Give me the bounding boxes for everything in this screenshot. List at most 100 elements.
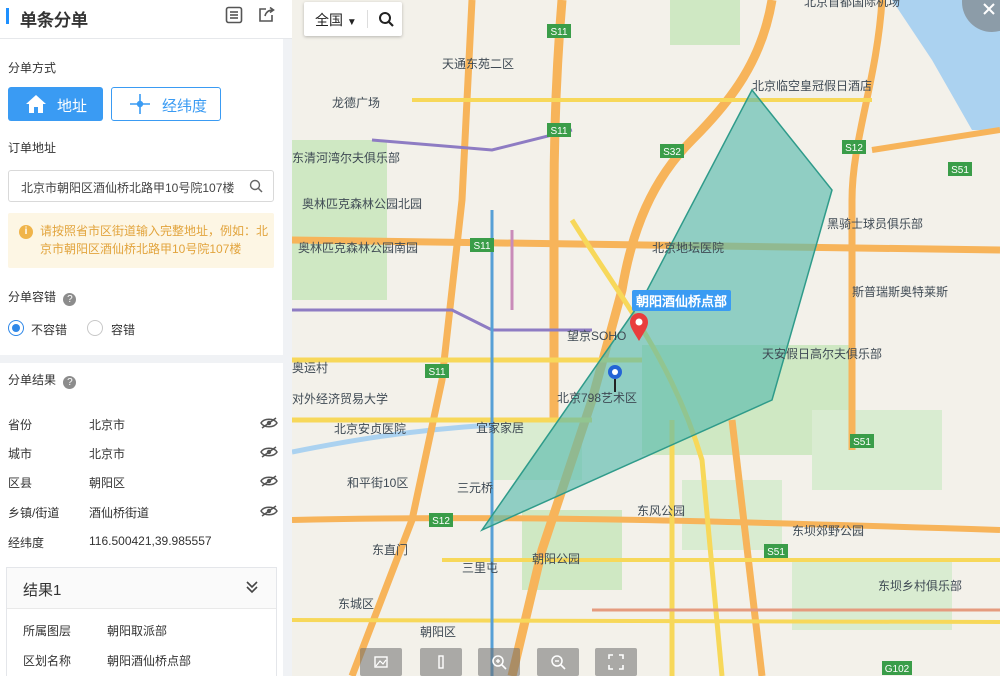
place-label: 和平街10区 bbox=[347, 476, 408, 490]
place-label: 北京798艺术区 bbox=[557, 391, 637, 405]
share-icon[interactable] bbox=[257, 6, 275, 24]
place-label: 东风公园 bbox=[637, 504, 685, 518]
search-icon[interactable] bbox=[378, 11, 394, 27]
place-label: 龙德广场 bbox=[332, 95, 380, 110]
zoom-in-icon bbox=[492, 655, 507, 670]
area-name-label: 朝阳酒仙桥点部 bbox=[632, 290, 732, 311]
result-value: 北京市 bbox=[89, 418, 126, 432]
result-card-value: 朝阳取派部 bbox=[107, 624, 168, 638]
map-tool-zoom-out[interactable] bbox=[537, 648, 579, 676]
tolerance-label-text: 分单容错 bbox=[8, 290, 57, 304]
road bbox=[292, 618, 1000, 624]
road-shield-label: S11 bbox=[550, 126, 567, 137]
ruler-icon bbox=[438, 655, 444, 669]
marker-pin-icon[interactable] bbox=[606, 364, 624, 392]
place-label: 东直门 bbox=[372, 542, 408, 557]
map-tool-zoom-in[interactable] bbox=[478, 648, 520, 676]
map-view[interactable]: S11 S11 S11 S11 S12 S32 S12 S51 S51 S51 … bbox=[292, 0, 1000, 676]
result-label-text: 分单结果 bbox=[8, 373, 57, 387]
place-label: 望京SOHO bbox=[567, 329, 626, 343]
list-icon[interactable] bbox=[225, 6, 243, 24]
place-label: 三里屯 bbox=[462, 561, 498, 575]
radio-tolerance-label: 容错 bbox=[111, 323, 136, 337]
place-label: 朝阳区 bbox=[420, 625, 456, 639]
metro-line bbox=[371, 128, 573, 152]
place-label: 天安假日高尔夫俱乐部 bbox=[762, 346, 882, 361]
place-label: 东坝乡村俱乐部 bbox=[878, 578, 962, 593]
metro-line bbox=[292, 308, 592, 332]
place-label: 黑骑士球员俱乐部 bbox=[827, 216, 923, 231]
help-icon[interactable]: ? bbox=[63, 376, 77, 389]
result-value: 朝阳区 bbox=[89, 476, 126, 490]
address-mode-button[interactable]: 地址 bbox=[8, 87, 103, 121]
close-icon bbox=[983, 3, 995, 15]
caret-down-icon: ▼ bbox=[346, 17, 357, 28]
result-value: 北京市 bbox=[89, 447, 126, 461]
road-shield-label: S51 bbox=[951, 165, 969, 176]
eye-off-icon[interactable] bbox=[260, 417, 278, 429]
latlng-mode-button[interactable]: 经纬度 bbox=[111, 87, 221, 121]
result-card-header[interactable]: 结果1 bbox=[7, 568, 276, 609]
result-key: 经纬度 bbox=[8, 536, 45, 550]
address-notice: i 请按照省市区街道输入完整地址，例如：北京市朝阳区酒仙桥北路甲10号院107楼 bbox=[8, 213, 274, 268]
place-label: 三元桥 bbox=[457, 481, 493, 495]
location-pin-icon[interactable] bbox=[628, 312, 650, 342]
radio-no-tolerance[interactable] bbox=[8, 320, 24, 336]
eye-off-icon[interactable] bbox=[260, 446, 278, 458]
radio-no-tolerance-label: 不容错 bbox=[31, 323, 68, 337]
road-shield-label: S11 bbox=[550, 27, 567, 38]
road-shield-label: S51 bbox=[767, 547, 785, 558]
zoom-out-icon bbox=[551, 655, 566, 670]
latlng-mode-label: 经纬度 bbox=[162, 98, 208, 115]
map-tool-ruler[interactable] bbox=[420, 648, 462, 676]
eye-off-icon[interactable] bbox=[260, 475, 278, 487]
home-icon bbox=[26, 95, 46, 113]
place-label: 对外经济贸易大学 bbox=[292, 391, 388, 406]
map-tool-fullscreen[interactable] bbox=[595, 648, 637, 676]
result-card-title: 结果1 bbox=[23, 582, 62, 599]
result-label: 分单结果 ? bbox=[8, 371, 77, 389]
road-shield-label: S51 bbox=[853, 437, 871, 448]
jingcheng-expressway bbox=[549, 0, 567, 420]
place-label: 东清河湾尔夫俱乐部 bbox=[292, 150, 400, 165]
road-east bbox=[292, 515, 1000, 533]
search-icon[interactable] bbox=[249, 179, 263, 193]
green-area bbox=[682, 480, 782, 550]
title-accent-bar bbox=[6, 8, 9, 24]
place-label: 宜家家居 bbox=[476, 420, 524, 435]
panel-title: 单条分单 bbox=[20, 11, 88, 30]
radio-tolerance[interactable] bbox=[87, 320, 103, 336]
road-shield-label: S11 bbox=[473, 241, 490, 252]
region-select[interactable]: 全国 ▼ bbox=[315, 10, 357, 30]
green-area bbox=[670, 0, 740, 45]
place-label: 北京首都国际机场 bbox=[804, 0, 900, 9]
fullscreen-icon bbox=[608, 654, 624, 670]
tolerance-label: 分单容错 ? bbox=[8, 288, 77, 306]
double-chevron-down-icon[interactable] bbox=[245, 580, 259, 594]
result-card-value: 朝阳酒仙桥点部 bbox=[107, 654, 192, 668]
road-shield-label: G102 bbox=[885, 664, 910, 675]
address-input[interactable]: 北京市朝阳区酒仙桥北路甲10号院107楼 bbox=[8, 170, 274, 202]
place-label: 东城区 bbox=[338, 597, 374, 611]
address-mode-label: 地址 bbox=[57, 98, 88, 115]
place-label: 朝阳公园 bbox=[532, 552, 580, 566]
info-icon: i bbox=[19, 225, 33, 239]
map-tool-image[interactable] bbox=[360, 648, 402, 676]
place-label: 斯普瑞斯奥特莱斯 bbox=[852, 284, 948, 299]
eye-off-icon[interactable] bbox=[260, 505, 278, 517]
place-label: 奥运村 bbox=[292, 361, 328, 375]
place-label: 北京地坛医院 bbox=[652, 241, 724, 255]
road bbox=[871, 127, 1000, 153]
result-key: 省份 bbox=[8, 418, 33, 432]
result-key: 城市 bbox=[8, 447, 33, 461]
road-shield-label: S32 bbox=[663, 147, 681, 158]
help-icon[interactable]: ? bbox=[63, 293, 77, 306]
image-icon bbox=[374, 656, 388, 668]
place-label: 奥林匹克森林公园南园 bbox=[298, 240, 418, 255]
result-key: 区县 bbox=[8, 476, 33, 490]
crosshair-icon bbox=[130, 94, 150, 114]
result-key: 乡镇/街道 bbox=[8, 506, 60, 520]
place-label: 奥林匹克森林公园北园 bbox=[302, 196, 422, 211]
address-input-value: 北京市朝阳区酒仙桥北路甲10号院107楼 bbox=[21, 181, 235, 195]
green-area bbox=[812, 410, 942, 490]
